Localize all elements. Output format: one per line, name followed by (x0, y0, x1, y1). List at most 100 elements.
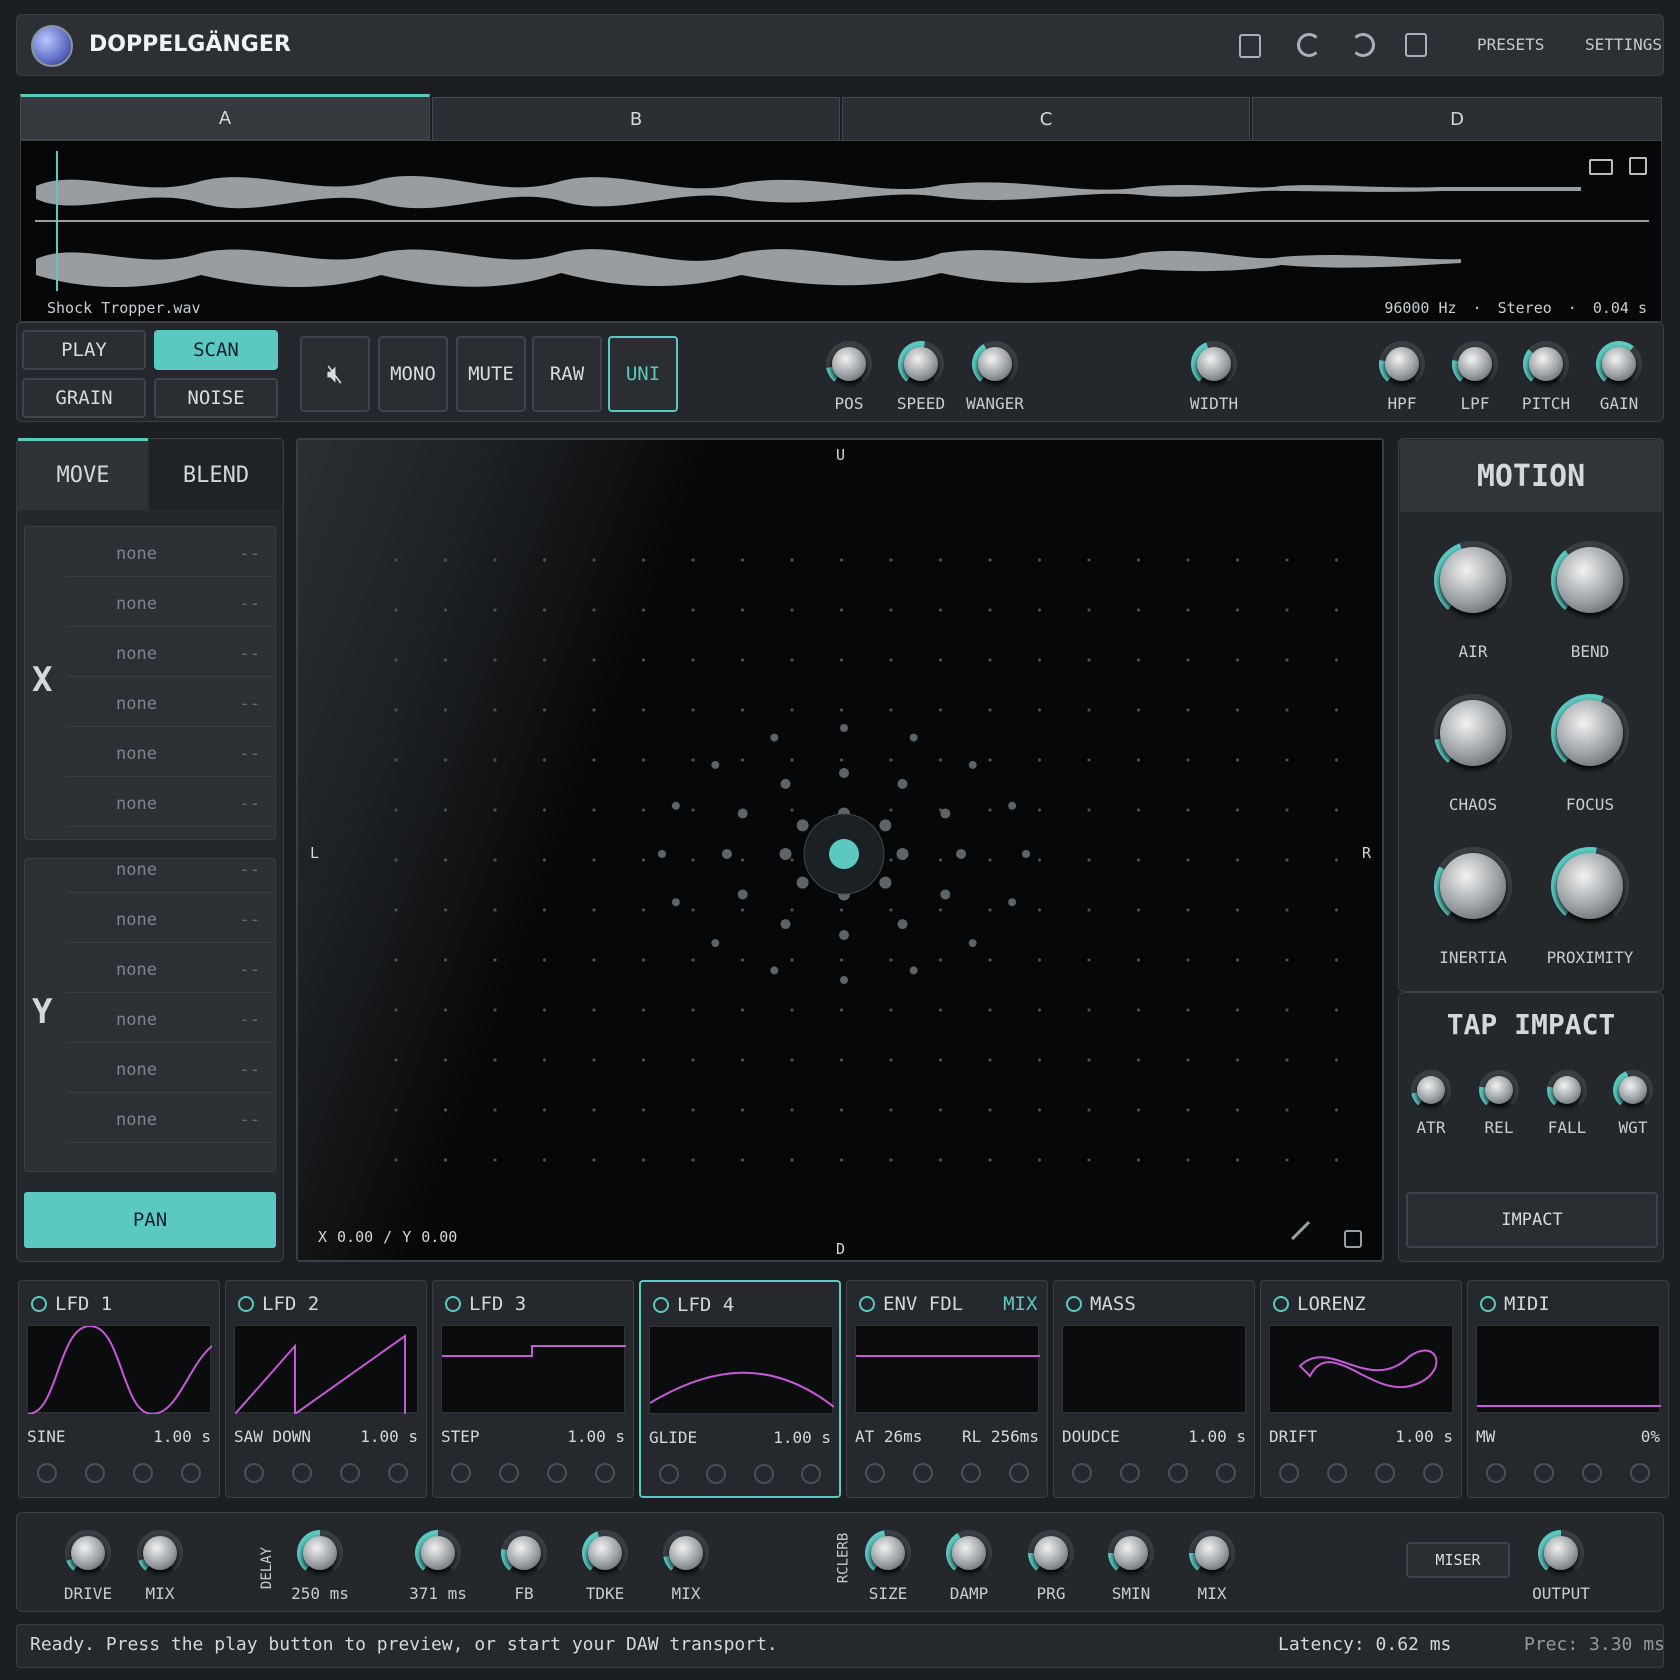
mix-label[interactable]: MIX (1003, 1293, 1037, 1315)
power-icon[interactable] (445, 1296, 461, 1312)
mixer-icon[interactable] (1239, 34, 1261, 58)
power-icon[interactable] (31, 1296, 47, 1312)
tap-rel-knob[interactable] (1485, 1076, 1513, 1104)
assign-slot[interactable] (451, 1463, 471, 1483)
motion-inertia-knob[interactable] (1440, 853, 1506, 919)
mod-slot[interactable]: none -- (68, 897, 274, 943)
uni-button[interactable]: UNI (608, 336, 678, 412)
assign-slot[interactable] (1486, 1463, 1506, 1483)
assign-slot[interactable] (388, 1463, 408, 1483)
top-gain-knob[interactable] (1602, 347, 1636, 381)
impact-button[interactable]: IMPACT (1406, 1192, 1658, 1248)
fx-fb-knob[interactable] (507, 1536, 541, 1570)
assign-slot[interactable] (706, 1464, 727, 1484)
assign-slot[interactable] (1216, 1463, 1236, 1483)
assign-slot[interactable] (1168, 1463, 1188, 1483)
modulator-lfd-4[interactable]: LFD 4 GLIDE 1.00 s (639, 1280, 841, 1498)
assign-slot[interactable] (499, 1463, 519, 1483)
assign-slot[interactable] (1582, 1463, 1602, 1483)
top-pos-knob[interactable] (832, 347, 866, 381)
assign-slot[interactable] (133, 1463, 153, 1483)
mod-slot[interactable]: none -- (68, 1097, 274, 1143)
save-icon[interactable] (1405, 33, 1427, 57)
power-icon[interactable] (653, 1297, 669, 1313)
top-width-knob[interactable] (1197, 347, 1231, 381)
xy-pad[interactable]: U D L R X 0.00/Y 0.00 (296, 438, 1384, 1262)
fx-tdke-knob[interactable] (588, 1536, 622, 1570)
power-icon[interactable] (859, 1296, 875, 1312)
fx-damp-knob[interactable] (952, 1536, 986, 1570)
tab-move[interactable]: MOVE (18, 438, 148, 510)
assign-slot[interactable] (1009, 1463, 1029, 1483)
motion-bend-knob[interactable] (1557, 547, 1623, 613)
mod-slot[interactable]: none -- (68, 1047, 274, 1093)
assign-slot[interactable] (1630, 1463, 1650, 1483)
waveform-display[interactable]: Shock Tropper.wav 96000 Hz · Stereo · 0.04… (20, 140, 1662, 322)
tab-d[interactable]: D (1252, 97, 1662, 141)
modulator-mass[interactable]: MASS DOUDCE 1.00 s (1053, 1280, 1255, 1498)
motion-proximity-knob[interactable] (1557, 853, 1623, 919)
pan-button[interactable]: PAN (24, 1192, 276, 1248)
mod-slot[interactable]: none -- (68, 531, 274, 577)
mute-speaker-button[interactable]: 🔇︎ (300, 336, 370, 412)
tab-a[interactable]: A (20, 94, 430, 140)
mute-button[interactable]: MUTE (456, 336, 526, 412)
tap-fall-knob[interactable] (1553, 1076, 1581, 1104)
power-icon[interactable] (238, 1296, 254, 1312)
fx-mix2-knob[interactable] (669, 1536, 703, 1570)
fx-size-knob[interactable] (871, 1536, 905, 1570)
motion-air-knob[interactable] (1440, 547, 1506, 613)
assign-slot[interactable] (547, 1463, 567, 1483)
power-icon[interactable] (1273, 1296, 1289, 1312)
top-speed-knob[interactable] (904, 347, 938, 381)
fx-mix3-knob[interactable] (1195, 1536, 1229, 1570)
modulator-lorenz[interactable]: LORENZ DRIFT 1.00 s (1260, 1280, 1462, 1498)
expand-icon[interactable] (1629, 157, 1647, 175)
assign-slot[interactable] (85, 1463, 105, 1483)
mod-slot[interactable]: none -- (68, 781, 274, 827)
assign-slot[interactable] (1327, 1463, 1347, 1483)
grain-mode-button[interactable]: GRAIN (22, 378, 146, 418)
mono-button[interactable]: MONO (378, 336, 448, 412)
mod-slot[interactable]: none -- (68, 681, 274, 727)
top-wanger-knob[interactable] (978, 347, 1012, 381)
raw-button[interactable]: RAW (532, 336, 602, 412)
assign-slot[interactable] (659, 1464, 679, 1484)
miser-button[interactable]: MISER (1406, 1542, 1510, 1578)
top-hpf-knob[interactable] (1385, 347, 1419, 381)
modulator-lfd-3[interactable]: LFD 3 STEP 1.00 s (432, 1280, 634, 1498)
fx-prg-knob[interactable] (1034, 1536, 1068, 1570)
tab-c[interactable]: C (842, 97, 1250, 141)
mod-slot[interactable]: none -- (68, 847, 274, 893)
lock-icon[interactable] (1344, 1230, 1362, 1248)
mod-slot[interactable]: none -- (68, 631, 274, 677)
motion-chaos-knob[interactable] (1440, 700, 1506, 766)
play-mode-button[interactable]: PLAY (22, 330, 146, 370)
assign-slot[interactable] (753, 1464, 774, 1484)
folder-icon[interactable] (1589, 159, 1613, 175)
settings-button[interactable]: SETTINGS (1585, 35, 1662, 54)
power-icon[interactable] (1066, 1296, 1082, 1312)
assign-slot[interactable] (340, 1463, 360, 1483)
modulator-lfd-1[interactable]: LFD 1 SINE 1.00 s (18, 1280, 220, 1498)
presets-button[interactable]: PRESETS (1477, 35, 1544, 54)
assign-slot[interactable] (1423, 1463, 1443, 1483)
tap-atr-knob[interactable] (1417, 1076, 1445, 1104)
assign-slot[interactable] (865, 1463, 885, 1483)
top-lpf-knob[interactable] (1458, 347, 1492, 381)
noise-mode-button[interactable]: NOISE (154, 378, 278, 418)
redo-icon[interactable] (1351, 33, 1375, 57)
tap-wgt-knob[interactable] (1619, 1076, 1647, 1104)
power-icon[interactable] (1480, 1296, 1496, 1312)
modulator-lfd-2[interactable]: LFD 2 SAW DOWN 1.00 s (225, 1280, 427, 1498)
assign-slot[interactable] (1534, 1463, 1554, 1483)
assign-slot[interactable] (37, 1463, 57, 1483)
assign-slot[interactable] (595, 1463, 615, 1483)
scan-mode-button[interactable]: SCAN (154, 330, 278, 370)
assign-slot[interactable] (244, 1463, 264, 1483)
assign-slot[interactable] (1279, 1463, 1299, 1483)
fx-d1-knob[interactable] (303, 1536, 337, 1570)
mod-slot[interactable]: none -- (68, 581, 274, 627)
assign-slot[interactable] (1072, 1463, 1092, 1483)
xy-cursor[interactable] (829, 839, 859, 869)
